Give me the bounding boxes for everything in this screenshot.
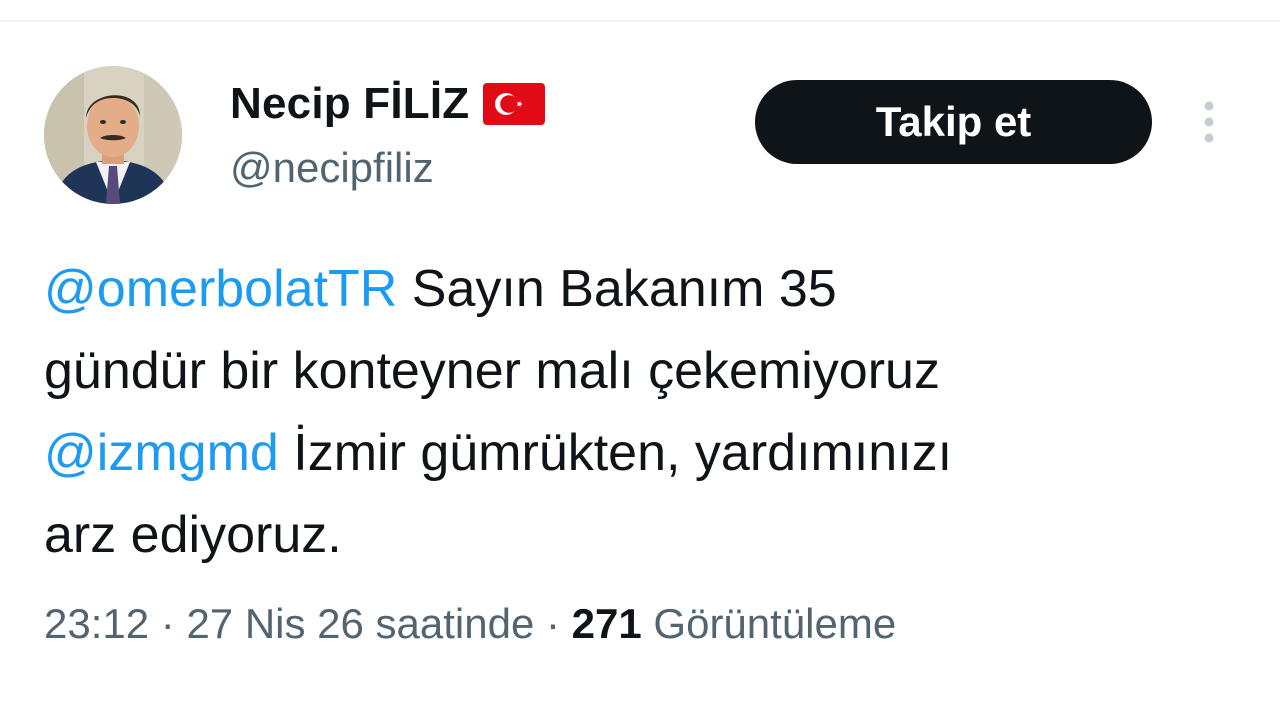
mention-link[interactable]: @omerbolatTR <box>44 260 397 318</box>
tweet-meta: 23:12 · 27 Nis 26 saatinde · 271 Görüntü… <box>44 600 896 648</box>
meta-separator: · <box>534 600 572 647</box>
views-label: Görüntüleme <box>653 600 897 647</box>
views-count: 271 <box>571 600 642 647</box>
author-name-row[interactable]: Necip FİLİZ <box>230 76 546 132</box>
author-handle[interactable]: @necipfiliz <box>230 144 434 192</box>
top-divider <box>0 20 1280 22</box>
tweet-line: @omerbolatTR Sayın Bakanım 35 <box>44 248 1244 330</box>
mention-link[interactable]: @izmgmd <box>44 424 279 482</box>
tweet-line-text: gündür bir konteyner malı çekemiyoruz <box>44 342 940 400</box>
avatar[interactable] <box>44 66 182 204</box>
tweet-line: gündür bir konteyner malı çekemiyoruz <box>44 330 1244 412</box>
tweet-text: @omerbolatTR Sayın Bakanım 35 gündür bir… <box>44 248 1244 576</box>
tweet-line-text: Sayın Bakanım 35 <box>397 260 837 318</box>
author-display-name[interactable]: Necip FİLİZ <box>230 79 469 129</box>
tweet-line: @izmgmd İzmir gümrükten, yardımınızı <box>44 412 1244 494</box>
tweet-line: arz ediyoruz. <box>44 494 1244 576</box>
follow-button[interactable]: Takip et <box>755 80 1152 164</box>
more-vertical-icon[interactable] <box>1198 98 1220 146</box>
tweet-line-text: İzmir gümrükten, yardımınızı <box>278 424 953 482</box>
meta-separator: · <box>149 600 187 647</box>
tweet-time[interactable]: 23:12 <box>44 600 149 647</box>
tweet-date[interactable]: 27 Nis 26 saatinde <box>186 600 534 647</box>
profile-photo-icon <box>44 66 182 204</box>
tweet-line-text: arz ediyoruz. <box>44 506 342 564</box>
turkey-flag-icon <box>483 83 546 125</box>
